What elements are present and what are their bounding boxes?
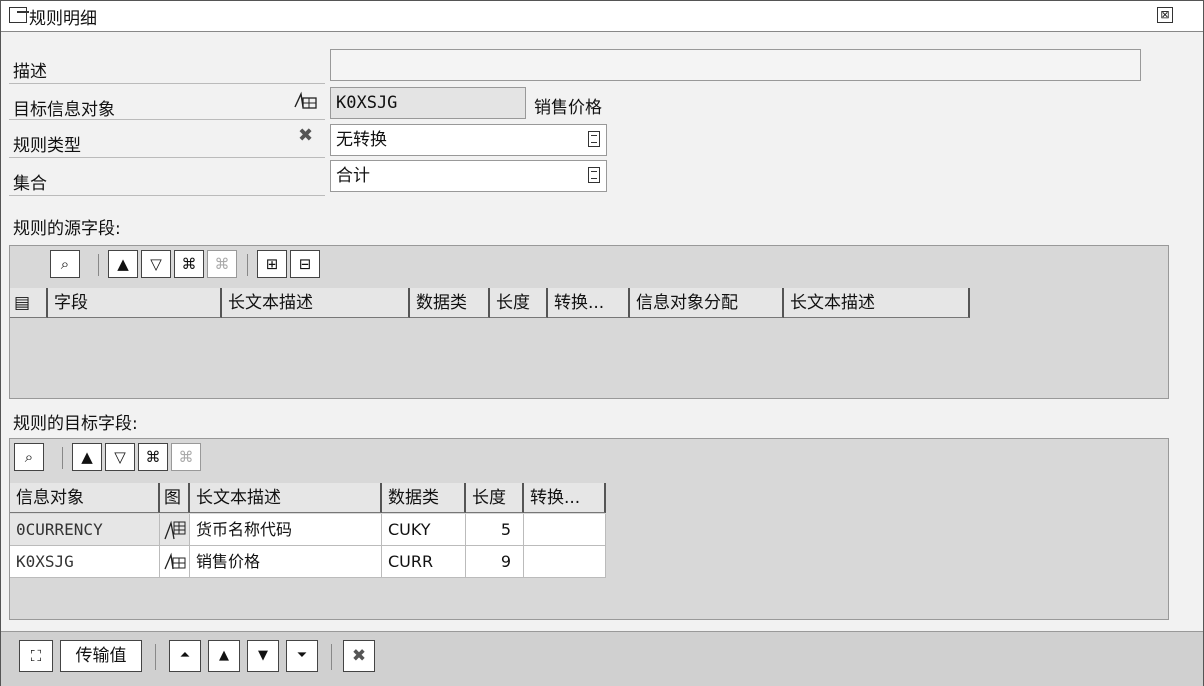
delete-row-button[interactable]: ⊟ (290, 250, 320, 278)
separator (331, 644, 332, 670)
aggregation-value: 合计 (336, 166, 370, 186)
infoobject-cell[interactable]: 0CURRENCY (10, 514, 160, 546)
length-cell[interactable]: 5 (466, 514, 524, 546)
window-title: 规则明细 (29, 9, 97, 29)
divider (9, 83, 325, 84)
column-header[interactable]: 转换... (548, 288, 630, 318)
rule-detail-window: 规则明细 ⊠ 描述 目标信息对象 K0XSJG 销售价格 规则类型 ✖ 无转换 … (0, 0, 1204, 686)
source-fields-title: 规则的源字段: (13, 219, 121, 239)
aggregation-dropdown[interactable]: 合计 (330, 160, 607, 192)
description-cell[interactable]: 货币名称代码 (190, 514, 382, 546)
aggregation-label: 集合 (13, 174, 47, 194)
cancel-icon[interactable]: ✖ (343, 640, 375, 672)
cross-icon: ✖ (298, 125, 314, 146)
details-button[interactable]: ⌕ (14, 443, 44, 471)
infoobject-cell[interactable]: K0XSJG (10, 546, 160, 578)
details-button[interactable]: ⌕ (50, 250, 80, 278)
sort-ascending-button[interactable]: ▲ (108, 250, 138, 278)
source-table-header: ▤ 字段 长文本描述 数据类 长度 转换... 信息对象分配 长文本描述 (10, 288, 970, 318)
sort-ascending-button[interactable]: ▲ (72, 443, 102, 471)
column-header[interactable]: 长度 (466, 483, 524, 513)
title-bar: 规则明细 ⊠ (1, 1, 1203, 32)
target-infoobject-field[interactable]: K0XSJG (330, 87, 526, 119)
divider (9, 157, 325, 158)
column-header[interactable]: 数据类 (382, 483, 466, 513)
column-header[interactable]: 图 (160, 483, 190, 513)
last-page-icon[interactable]: ⏷ (286, 640, 318, 672)
select-all-icon[interactable]: ▤ (10, 288, 48, 318)
divider (9, 195, 325, 196)
dropdown-icon[interactable] (588, 167, 600, 183)
find-button[interactable]: ⌘ (138, 443, 168, 471)
rule-type-dropdown[interactable]: 无转换 (330, 124, 607, 156)
characteristic-icon (160, 514, 190, 546)
target-infoobject-text: 销售价格 (534, 98, 602, 118)
column-header[interactable]: 长文本描述 (222, 288, 410, 318)
transfer-values-button[interactable]: 传输值 (60, 640, 142, 672)
footer-toolbar: ⛶ 传输值 ⏶ ▲ ▼ ⏷ ✖ (1, 631, 1203, 686)
hierarchy-icon[interactable]: ⛶ (19, 640, 53, 672)
column-header[interactable]: 长文本描述 (784, 288, 970, 318)
previous-icon[interactable]: ▲ (208, 640, 240, 672)
description-field[interactable] (330, 49, 1141, 81)
column-header[interactable]: 信息对象分配 (630, 288, 784, 318)
target-infoobject-label: 目标信息对象 (13, 100, 115, 120)
separator (98, 254, 99, 276)
filter-button[interactable]: ▽ (141, 250, 171, 278)
target-fields-title: 规则的目标字段: (13, 414, 138, 434)
conversion-cell[interactable] (524, 514, 606, 546)
first-page-icon[interactable]: ⏶ (169, 640, 201, 672)
find-next-button[interactable]: ⌘ (171, 443, 201, 471)
window-icon (9, 7, 29, 23)
data-type-cell[interactable]: CURR (382, 546, 466, 578)
dropdown-icon[interactable] (588, 131, 600, 147)
divider (9, 119, 325, 120)
separator (247, 254, 248, 276)
separator (62, 447, 63, 469)
target-fields-grid: ⌕ ▲ ▽ ⌘ ⌘ 信息对象 图 长文本描述 数据类 长度 转换... 0CUR… (9, 438, 1169, 620)
description-cell[interactable]: 销售价格 (190, 546, 382, 578)
column-header[interactable]: 信息对象 (10, 483, 160, 513)
data-type-cell[interactable]: CUKY (382, 514, 466, 546)
separator (155, 644, 156, 670)
column-header[interactable]: 数据类 (410, 288, 490, 318)
key-figure-icon (160, 546, 190, 578)
description-label: 描述 (13, 62, 47, 82)
conversion-cell[interactable] (524, 546, 606, 578)
close-icon[interactable]: ⊠ (1157, 7, 1173, 23)
filter-button[interactable]: ▽ (105, 443, 135, 471)
column-header[interactable]: 字段 (48, 288, 222, 318)
column-header[interactable]: 转换... (524, 483, 606, 513)
rule-type-label: 规则类型 (13, 136, 81, 156)
find-next-button[interactable]: ⌘ (207, 250, 237, 278)
next-icon[interactable]: ▼ (247, 640, 279, 672)
insert-row-button[interactable]: ⊞ (257, 250, 287, 278)
find-button[interactable]: ⌘ (174, 250, 204, 278)
rule-type-value: 无转换 (336, 130, 387, 150)
source-fields-grid: ⌕ ▲ ▽ ⌘ ⌘ ⊞ ⊟ ▤ 字段 长文本描述 数据类 长度 转换... 信息… (9, 245, 1169, 399)
column-header[interactable]: 长度 (490, 288, 548, 318)
target-table-header: 信息对象 图 长文本描述 数据类 长度 转换... (10, 483, 606, 513)
column-header[interactable]: 长文本描述 (190, 483, 382, 513)
length-cell[interactable]: 9 (466, 546, 524, 578)
key-figure-icon (294, 91, 317, 109)
